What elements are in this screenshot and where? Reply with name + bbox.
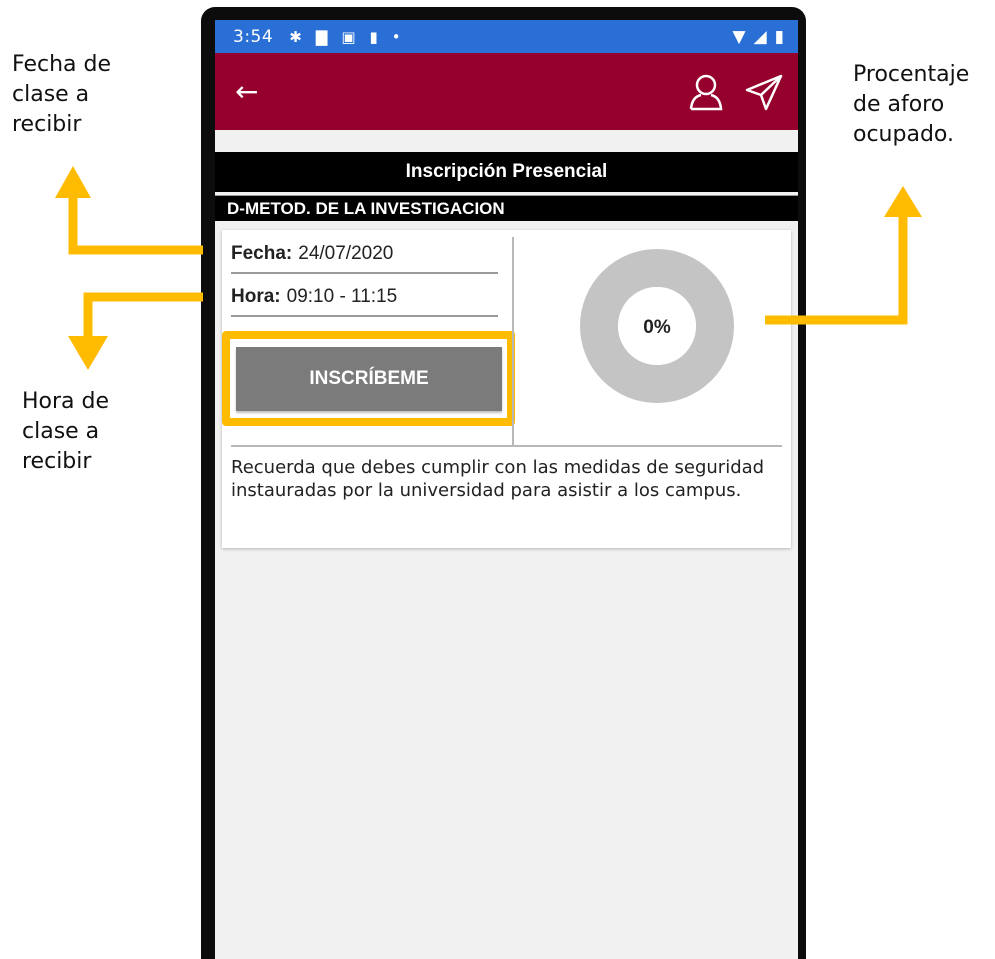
fecha-arrow-line bbox=[68, 195, 203, 255]
aforo-arrowhead bbox=[884, 186, 922, 217]
annotation-arrows bbox=[55, 166, 922, 370]
aforo-arrow-line bbox=[765, 215, 908, 325]
hora-arrow-line bbox=[83, 292, 203, 338]
fecha-arrowhead bbox=[55, 166, 91, 198]
hora-arrowhead bbox=[68, 336, 108, 370]
